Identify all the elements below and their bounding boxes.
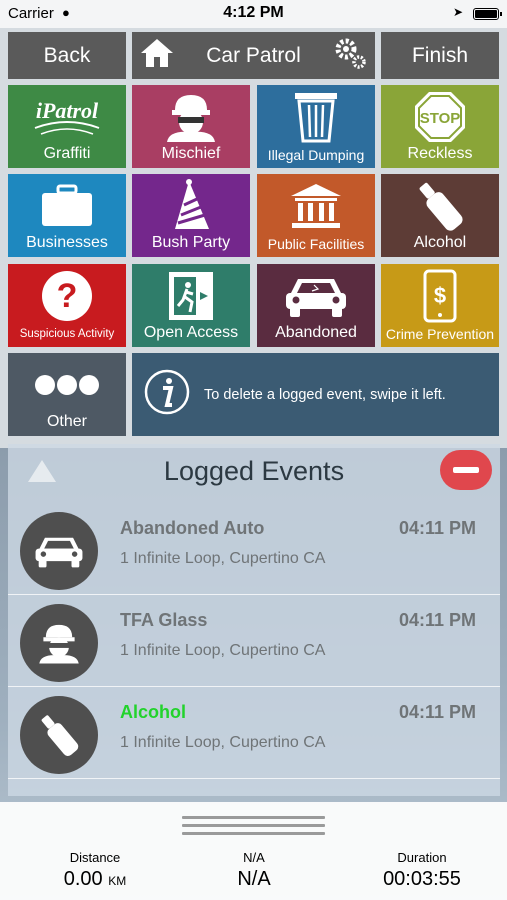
back-button[interactable]: Back — [8, 32, 126, 79]
tile-label: Public Facilities — [267, 236, 365, 252]
exit-door-icon — [132, 270, 250, 322]
tile-mischief[interactable]: Mischief — [132, 85, 250, 168]
battery-icon — [473, 8, 502, 20]
damaged-car-icon — [257, 270, 375, 322]
damaged-car-icon — [20, 512, 98, 590]
trip-stats-panel: Distance 0.00 KM N/A N/A Duration 00:03:… — [0, 802, 507, 900]
stop-sign-icon: STOP — [381, 91, 499, 143]
tile-bush-party[interactable]: Bush Party — [132, 174, 250, 257]
logged-events-header: Logged Events — [8, 444, 500, 502]
logged-events-panel: Logged Events Abandoned Auto 1 Infinite … — [8, 444, 500, 796]
trash-can-icon — [257, 91, 375, 143]
logged-event-row[interactable]: TFA Glass 1 Infinite Loop, Cupertino CA … — [8, 594, 500, 687]
home-icon[interactable] — [140, 37, 174, 75]
bottle-icon — [20, 696, 98, 774]
tile-crime-prevention[interactable]: $ Crime Prevention — [381, 264, 499, 347]
event-time: 04:11 PM — [398, 518, 476, 538]
tile-label: Illegal Dumping — [267, 147, 365, 163]
event-address: 1 Infinite Loop, Cupertino CA — [120, 734, 326, 751]
distance-stat: Distance 0.00 KM — [40, 850, 150, 891]
briefcase-icon — [8, 180, 126, 232]
event-name: TFA Glass — [120, 610, 208, 630]
middle-value: N/A — [237, 868, 271, 890]
settings-gear-icon[interactable] — [333, 36, 367, 76]
status-bar: Carrier ● 4:12 PM ➤ — [0, 0, 507, 28]
tile-label: Graffiti — [43, 145, 91, 162]
tile-label: Bush Party — [151, 234, 231, 251]
event-address: 1 Infinite Loop, Cupertino CA — [120, 550, 326, 567]
tile-label: Reckless — [407, 145, 473, 162]
tile-reckless[interactable]: STOP Reckless — [381, 85, 499, 168]
info-icon — [144, 369, 190, 420]
masked-burglar-icon — [132, 91, 250, 143]
masked-burglar-icon — [20, 604, 98, 682]
info-banner: To delete a logged event, swipe it left. — [132, 353, 499, 436]
svg-text:iPatrol: iPatrol — [36, 98, 99, 123]
event-time: 04:11 PM — [398, 702, 476, 722]
tile-abandoned[interactable]: Abandoned — [257, 264, 375, 347]
status-time: 4:12 PM — [223, 4, 284, 21]
middle-label: N/A — [243, 850, 265, 865]
tile-label: Other — [46, 413, 87, 430]
distance-label: Distance — [69, 850, 121, 865]
delete-event-button[interactable] — [440, 450, 492, 490]
tile-businesses[interactable]: Businesses — [8, 174, 126, 257]
tile-alcohol[interactable]: Alcohol — [381, 174, 499, 257]
duration-label: Duration — [397, 850, 447, 865]
party-hat-icon — [132, 179, 250, 232]
graffiti-logo-icon: iPatrol — [8, 91, 126, 143]
tile-label: Abandoned — [275, 324, 357, 341]
location-arrow-icon: ➤ — [452, 5, 463, 19]
info-text: To delete a logged event, swipe it left. — [204, 386, 446, 403]
event-time: 04:11 PM — [398, 610, 476, 630]
logged-event-row[interactable]: Alcohol 1 Infinite Loop, Cupertino CA 04… — [8, 686, 500, 779]
logged-event-row[interactable]: Abandoned Auto 1 Infinite Loop, Cupertin… — [8, 502, 500, 595]
tile-suspicious-activity[interactable]: ? Suspicious Activity — [8, 264, 126, 347]
distance-unit: KM — [108, 874, 127, 888]
tile-illegal-dumping[interactable]: Illegal Dumping — [257, 85, 375, 168]
middle-stat: N/A N/A — [199, 850, 309, 891]
drag-handle[interactable] — [182, 816, 325, 836]
tile-label: Businesses — [26, 234, 108, 251]
event-name: Alcohol — [120, 702, 186, 722]
three-dots-icon — [8, 359, 126, 411]
duration-value: 00:03:55 — [383, 868, 461, 890]
duration-stat: Duration 00:03:55 — [362, 850, 482, 891]
svg-text:$: $ — [434, 283, 446, 308]
svg-text:STOP: STOP — [420, 110, 461, 127]
tile-label: Crime Prevention — [385, 326, 495, 342]
event-address: 1 Infinite Loop, Cupertino CA — [120, 642, 326, 659]
logged-events-title: Logged Events — [163, 456, 345, 486]
question-mark-icon: ? — [8, 270, 126, 322]
tile-public-facilities[interactable]: Public Facilities — [257, 174, 375, 257]
finish-button[interactable]: Finish — [381, 32, 499, 79]
tile-label: Mischief — [161, 145, 221, 162]
title-bar: Car Patrol — [132, 32, 375, 79]
tile-label: Alcohol — [413, 234, 467, 251]
phone-dollar-icon: $ — [381, 269, 499, 323]
tile-other[interactable]: Other — [8, 353, 126, 436]
building-icon — [257, 180, 375, 232]
tile-open-access[interactable]: Open Access — [132, 264, 250, 347]
svg-text:?: ? — [57, 277, 78, 315]
tile-label: Open Access — [143, 324, 239, 341]
tile-graffiti[interactable]: iPatrol Graffiti — [8, 85, 126, 168]
distance-value: 0.00 KM — [63, 868, 127, 890]
page-title: Car Patrol — [206, 43, 301, 67]
event-name: Abandoned Auto — [120, 518, 265, 538]
tile-label: Suspicious Activity — [19, 328, 115, 340]
bottle-icon — [381, 180, 499, 232]
